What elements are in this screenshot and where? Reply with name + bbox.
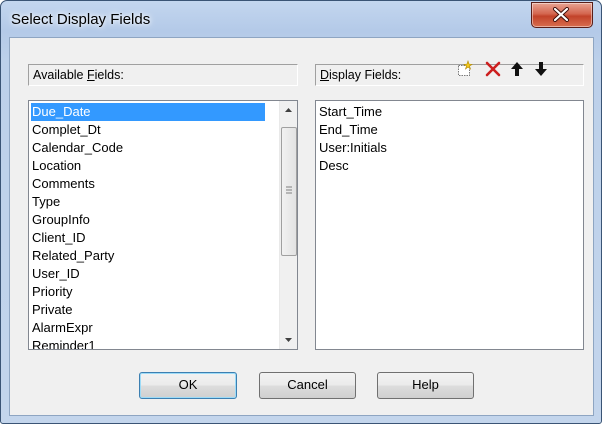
available-field-item[interactable]: Reminder1 xyxy=(32,337,96,349)
display-field-item[interactable]: Start_Time xyxy=(319,103,382,121)
available-field-item[interactable]: Location xyxy=(32,157,81,175)
available-field-item[interactable]: Client_ID xyxy=(32,229,85,247)
delete-icon xyxy=(485,61,501,77)
available-field-item[interactable]: GroupInfo xyxy=(32,211,90,229)
cancel-button[interactable]: Cancel xyxy=(259,372,356,399)
available-field-item[interactable]: AlarmExpr xyxy=(32,319,93,337)
display-field-item[interactable]: Desc xyxy=(319,157,349,175)
help-button[interactable]: Help xyxy=(377,372,474,399)
move-up-button[interactable] xyxy=(508,60,526,78)
move-up-icon xyxy=(511,62,523,76)
close-button[interactable] xyxy=(531,2,593,28)
scroll-up-arrow[interactable] xyxy=(280,101,297,118)
move-down-button[interactable] xyxy=(532,60,550,78)
ok-button[interactable]: OK xyxy=(139,372,237,399)
available-field-item[interactable]: User_ID xyxy=(32,265,80,283)
scroll-down-arrow[interactable] xyxy=(280,332,297,349)
available-field-item[interactable]: Calendar_Code xyxy=(32,139,123,157)
arrow-down-icon xyxy=(285,338,292,342)
move-down-icon xyxy=(535,62,547,76)
available-fields-header: Available Fields: xyxy=(28,64,298,86)
new-field-button[interactable] xyxy=(456,60,474,78)
available-fields-list[interactable]: Due_Date Complet_Dt Calendar_Code Location C… xyxy=(28,100,298,350)
available-field-item[interactable]: Complet_Dt xyxy=(32,121,101,139)
display-field-item[interactable]: End_Time xyxy=(319,121,378,139)
available-field-item[interactable]: Priority xyxy=(32,283,72,301)
available-field-item[interactable]: Comments xyxy=(32,175,95,193)
dialog-window: Select Display Fields Available Fields: … xyxy=(0,0,602,424)
available-field-item[interactable]: Due_Date xyxy=(31,103,265,121)
dialog-title: Select Display Fields xyxy=(11,11,151,28)
available-fields-scrollbar[interactable] xyxy=(279,101,297,349)
available-field-item[interactable]: Private xyxy=(32,301,72,319)
grip-icon xyxy=(286,186,292,194)
display-fields-label: Display Fields: xyxy=(320,68,402,82)
title-bar[interactable]: Select Display Fields xyxy=(1,1,601,37)
available-fields-label: Available Fields: xyxy=(33,68,124,82)
available-field-item[interactable]: Type xyxy=(32,193,60,211)
delete-field-button[interactable] xyxy=(484,60,502,78)
arrow-up-icon xyxy=(285,108,292,112)
available-field-item[interactable]: Related_Party xyxy=(32,247,114,265)
display-fields-list[interactable]: Start_Time End_Time User:Initials Desc xyxy=(315,100,584,350)
cancel-button-label: Cancel xyxy=(287,377,328,392)
new-icon xyxy=(458,60,473,76)
display-field-item[interactable]: User:Initials xyxy=(319,139,387,157)
close-icon xyxy=(553,7,569,22)
scroll-thumb[interactable] xyxy=(281,127,297,256)
dialog-client-area: Available Fields: Due_Date Complet_Dt Cale… xyxy=(9,37,594,416)
